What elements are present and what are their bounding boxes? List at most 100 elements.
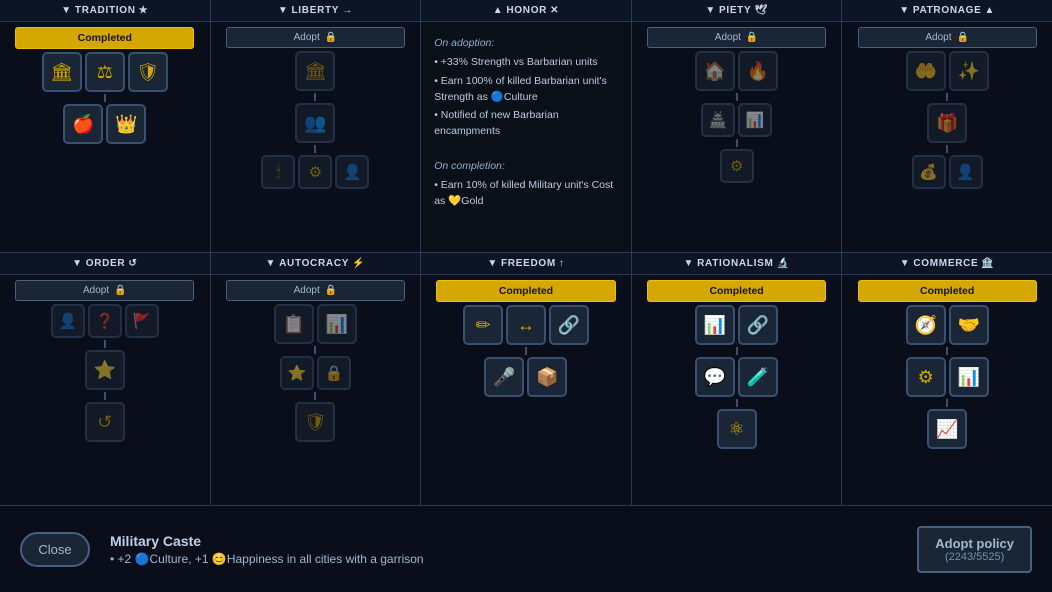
rationalism-arrow: ▼ — [683, 258, 694, 269]
piety-arrow: ▼ — [705, 5, 716, 16]
freedom-pen-icon[interactable]: ✏ — [463, 305, 503, 345]
honor-item-3: Notified of new Barbarian encampments — [434, 107, 618, 140]
order-star-icon[interactable]: ⭐ — [85, 350, 125, 390]
order-cycle-icon[interactable]: ↺ — [85, 402, 125, 442]
piety-adopt-btn[interactable]: Adopt 🔒 — [647, 27, 826, 48]
tradition-crown-icon[interactable]: 👑 — [106, 104, 146, 144]
freedom-link-icon[interactable]: 🔗 — [549, 305, 589, 345]
liberty-top-icons: 🏛 — [295, 51, 335, 91]
liberty-group-icon[interactable]: 👥 — [295, 103, 335, 143]
commerce-piechart-icon[interactable]: 📈 — [927, 409, 967, 449]
patronage-sparkle-icon[interactable]: ✨ — [949, 51, 989, 91]
piety-castle-icon[interactable]: 🏯 — [701, 103, 735, 137]
autocracy-star2-icon[interactable]: ⭐ — [280, 356, 314, 390]
commerce-handshake-icon[interactable]: 🤝 — [949, 305, 989, 345]
piety-header: ▼ PIETY 🕊 — [632, 0, 842, 22]
patronage-coin-icon[interactable]: 💰 — [912, 155, 946, 189]
patronage-adopt-btn[interactable]: Adopt 🔒 — [858, 27, 1037, 48]
commerce-header: ▼ COMMERCE 🏦 — [842, 253, 1052, 275]
autocracy-lock2-icon[interactable]: 🔒 — [317, 356, 351, 390]
culture-icon: 🔵 — [135, 552, 150, 566]
rationalism-icon: 🔬 — [777, 258, 790, 269]
tradition-status[interactable]: Completed — [15, 27, 194, 49]
autocracy-mid-icons: ⭐ 🔒 — [280, 356, 351, 390]
order-adopt-btn[interactable]: Adopt 🔒 — [15, 280, 194, 301]
adopt-policy-button[interactable]: Adopt policy (2243/5525) — [917, 526, 1032, 573]
tradition-connector-v — [104, 94, 106, 102]
liberty-adopt[interactable]: Adopt 🔒 — [226, 27, 405, 48]
tradition-completed-btn[interactable]: Completed — [15, 27, 194, 49]
freedom-mic-icon[interactable]: 🎤 — [484, 357, 524, 397]
liberty-icon: → — [342, 5, 353, 16]
freedom-status[interactable]: Completed — [436, 280, 615, 302]
piety-bot-icons: ⚙ — [720, 149, 754, 183]
autocracy-icons: 📋 📊 ⭐ 🔒 🛡 — [214, 304, 418, 442]
autocracy-doc-icon[interactable]: 📋 — [274, 304, 314, 344]
order-label: ORDER — [86, 258, 126, 269]
piety-adopt-label: Adopt — [715, 32, 741, 43]
freedom-bot-icons: 🎤 📦 — [484, 357, 567, 397]
liberty-person-icon[interactable]: 👤 — [335, 155, 369, 189]
liberty-candle-icon[interactable]: 🕯 — [261, 155, 295, 189]
patronage-icons: 🤲 ✨ 🎁 💰 👤 — [845, 51, 1049, 189]
patronage-mid-icons: 🎁 — [927, 103, 967, 143]
freedom-completed-btn[interactable]: Completed — [436, 280, 615, 302]
rationalism-completed-btn[interactable]: Completed — [647, 280, 826, 302]
piety-chart-icon[interactable]: 📊 — [738, 103, 772, 137]
tradition-monument-icon[interactable]: 🏛 — [42, 52, 82, 92]
commerce-completed-btn[interactable]: Completed — [858, 280, 1037, 302]
adopt-main-label: Adopt policy — [935, 536, 1014, 551]
order-icon: ↺ — [128, 258, 137, 269]
rationalism-chart2-icon[interactable]: 📊 — [695, 305, 735, 345]
top-policy-row: ▼ TRADITION ★ Completed 🏛 ⚖ 🛡 🍎 — [0, 0, 1052, 253]
patronage-person2-icon[interactable]: 👤 — [949, 155, 983, 189]
autocracy-adopt[interactable]: Adopt 🔒 — [226, 280, 405, 301]
tradition-scales-icon[interactable]: ⚖ — [85, 52, 125, 92]
autocracy-v2 — [314, 392, 316, 400]
commerce-status[interactable]: Completed — [858, 280, 1037, 302]
order-bot-icons: ↺ — [85, 402, 125, 442]
piety-adopt[interactable]: Adopt 🔒 — [647, 27, 826, 48]
patronage-hands-icon[interactable]: 🤲 — [906, 51, 946, 91]
tradition-apple-icon[interactable]: 🍎 — [63, 104, 103, 144]
close-button[interactable]: Close — [20, 532, 90, 567]
commerce-mid-icons: ⚙ 📊 — [906, 357, 989, 397]
autocracy-adopt-btn[interactable]: Adopt 🔒 — [226, 280, 405, 301]
freedom-arrow-icon[interactable]: ↔ — [506, 305, 546, 345]
order-v1 — [104, 340, 106, 348]
liberty-gear-icon[interactable]: ⚙ — [298, 155, 332, 189]
patronage-adopt[interactable]: Adopt 🔒 — [858, 27, 1037, 48]
liberty-header: ▼ LIBERTY → — [211, 0, 421, 22]
commerce-compass-icon[interactable]: 🧭 — [906, 305, 946, 345]
tradition-label: TRADITION — [75, 5, 136, 16]
piety-body: Adopt 🔒 🏠 🔥 🏯 📊 ⚙ — [632, 22, 842, 252]
patronage-gift-icon[interactable]: 🎁 — [927, 103, 967, 143]
bottom-policy-row: ▼ ORDER ↺ Adopt 🔒 👤 ❓ 🚩 — [0, 253, 1052, 505]
piety-fire-icon[interactable]: 🔥 — [738, 51, 778, 91]
order-question-icon[interactable]: ❓ — [88, 304, 122, 338]
commerce-gear3-icon[interactable]: ⚙ — [906, 357, 946, 397]
tradition-bottom-icons: 🍎 👑 — [63, 104, 146, 144]
tradition-body: Completed 🏛 ⚖ 🛡 🍎 👑 — [0, 22, 210, 252]
rationalism-flask-icon[interactable]: 🧪 — [738, 357, 778, 397]
rationalism-body: Completed 📊 🔗 💬 🧪 ⚛ — [632, 275, 842, 505]
commerce-label: COMMERCE — [913, 258, 978, 269]
order-adopt[interactable]: Adopt 🔒 — [15, 280, 194, 301]
rationalism-speech-icon[interactable]: 💬 — [695, 357, 735, 397]
order-flag-icon[interactable]: 🚩 — [125, 304, 159, 338]
piety-house-icon[interactable]: 🏠 — [695, 51, 735, 91]
liberty-adopt-btn[interactable]: Adopt 🔒 — [226, 27, 405, 48]
autocracy-shield2-icon[interactable]: 🛡 — [295, 402, 335, 442]
liberty-dome-icon[interactable]: 🏛 — [295, 51, 335, 91]
commerce-piechart-small-icon[interactable]: 📊 — [949, 357, 989, 397]
rationalism-atom-icon[interactable]: ⚛ — [717, 409, 757, 449]
piety-gear2-icon[interactable]: ⚙ — [720, 149, 754, 183]
tradition-shield-icon[interactable]: 🛡 — [128, 52, 168, 92]
order-addperson-icon[interactable]: 👤 — [51, 304, 85, 338]
freedom-box-icon[interactable]: 📦 — [527, 357, 567, 397]
autocracy-bar-icon[interactable]: 📊 — [317, 304, 357, 344]
autocracy-v1 — [314, 346, 316, 354]
autocracy-icon: ⚡ — [352, 258, 365, 269]
rationalism-net-icon[interactable]: 🔗 — [738, 305, 778, 345]
rationalism-status[interactable]: Completed — [647, 280, 826, 302]
